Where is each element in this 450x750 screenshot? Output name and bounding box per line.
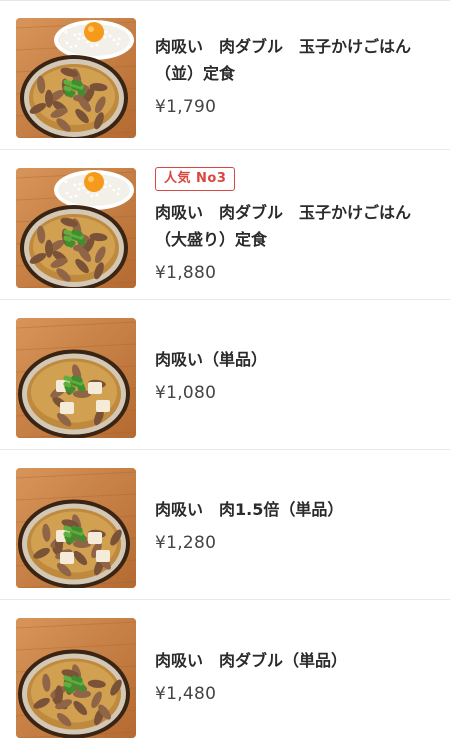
soup-bowl [18, 649, 130, 738]
menu-item-info: 肉吸い 肉1.5倍（単品） ¥1,280 [155, 450, 436, 599]
soup-bowl [20, 55, 128, 138]
menu-item[interactable]: 肉吸い（単品） ¥1,080 [0, 300, 450, 450]
menu-list: 肉吸い 肉ダブル 玉子かけごはん（並）定食 ¥1,790 人気 No3 肉吸い … [0, 0, 450, 750]
food-photo [16, 18, 136, 138]
soup-bowl [18, 499, 130, 588]
menu-item-price: ¥1,480 [155, 683, 217, 704]
soup-bowl [20, 205, 128, 288]
rice-bowl-with-egg [54, 20, 134, 60]
menu-item-price: ¥1,790 [155, 96, 217, 117]
food-illustration [16, 168, 136, 288]
menu-item-name: 肉吸い 肉ダブル 玉子かけごはん（並）定食 [155, 36, 412, 83]
menu-item-info: 肉吸い 肉ダブル（単品） ¥1,480 [155, 600, 436, 750]
food-illustration [16, 468, 136, 588]
menu-item[interactable]: 人気 No3 肉吸い 肉ダブル 玉子かけごはん（大盛り）定食 ¥1,880 [0, 150, 450, 300]
rice-bowl-with-egg [54, 170, 134, 210]
menu-item-name: 肉吸い 肉1.5倍（単品） [155, 500, 344, 519]
menu-item-info: 肉吸い（単品） ¥1,080 [155, 300, 436, 449]
soup-bowl [18, 349, 130, 438]
menu-item-price: ¥1,080 [155, 383, 217, 403]
menu-item[interactable]: 肉吸い 肉ダブル（単品） ¥1,480 [0, 600, 450, 750]
food-illustration [16, 318, 136, 438]
food-illustration [16, 618, 136, 738]
menu-item-info: 肉吸い 肉ダブル 玉子かけごはん（並）定食 ¥1,790 [155, 0, 436, 149]
menu-item-price: ¥1,880 [155, 262, 217, 283]
popularity-badge: 人気 No3 [155, 166, 236, 191]
menu-item-name: 肉吸い（単品） [155, 350, 268, 369]
menu-item-name: 肉吸い 肉ダブル 玉子かけごはん（大盛り）定食 [155, 202, 412, 249]
food-photo [16, 318, 136, 438]
food-illustration [16, 18, 136, 138]
menu-item-info: 人気 No3 肉吸い 肉ダブル 玉子かけごはん（大盛り）定食 ¥1,880 [155, 150, 436, 299]
food-photo [16, 468, 136, 588]
menu-item[interactable]: 肉吸い 肉1.5倍（単品） ¥1,280 [0, 450, 450, 600]
menu-item-name: 肉吸い 肉ダブル（単品） [155, 650, 348, 670]
food-photo [16, 618, 136, 738]
food-photo [16, 168, 136, 288]
menu-item[interactable]: 肉吸い 肉ダブル 玉子かけごはん（並）定食 ¥1,790 [0, 0, 450, 150]
menu-item-price: ¥1,280 [155, 533, 217, 553]
